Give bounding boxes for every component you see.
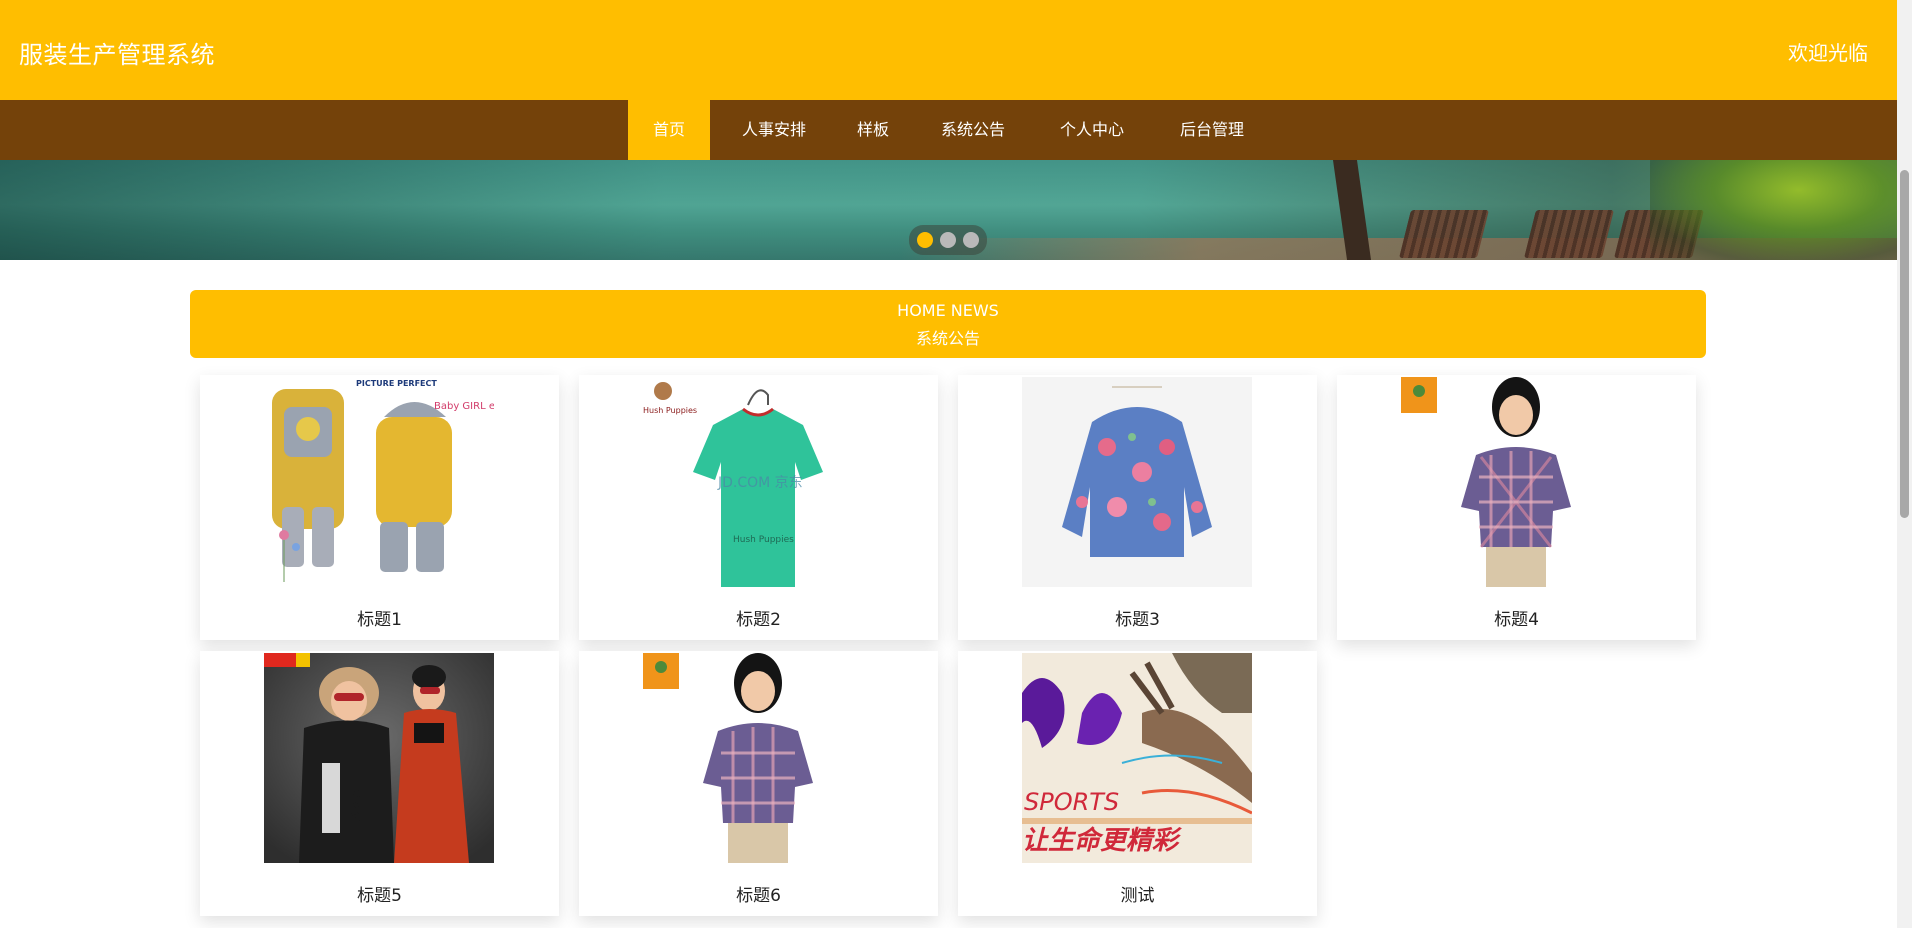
svg-text:Baby GIRL elements: Baby GIRL elements (434, 401, 494, 412)
product-image (643, 653, 873, 863)
product-title: 测试 (1120, 886, 1155, 906)
svg-text:Hush Puppies: Hush Puppies (733, 535, 794, 545)
product-card[interactable]: SPORTS 让生命更精彩 测试 (958, 651, 1317, 916)
product-card[interactable]: SMG 标题5 (200, 651, 559, 916)
nav-item-samples[interactable]: 样板 (842, 100, 904, 160)
news-header: HOME NEWS 系统公告 (190, 290, 1706, 358)
nav-item-admin[interactable]: 后台管理 (1162, 100, 1262, 160)
product-image (1022, 377, 1252, 587)
svg-text:PICTURE PERFECT: PICTURE PERFECT (356, 379, 437, 388)
nav-item-announcements[interactable]: 系统公告 (924, 100, 1022, 160)
nav-item-profile[interactable]: 个人中心 (1042, 100, 1142, 160)
product-title: 标题6 (736, 886, 781, 906)
nav-item-personnel[interactable]: 人事安排 (726, 100, 822, 160)
site-title: 服装生产管理系统 (19, 41, 215, 69)
palm-leaves (1650, 160, 1897, 260)
header: 服装生产管理系统 欢迎光临 (0, 0, 1897, 100)
news-title-cn: 系统公告 (915, 329, 980, 348)
page: 服装生产管理系统 欢迎光临 首页 人事安排 样板 系统公告 个人中心 后台管理 … (0, 0, 1897, 928)
carousel-dot-3[interactable] (963, 232, 979, 248)
product-card[interactable]: 标题3 (958, 375, 1317, 640)
beach-chair (1524, 210, 1614, 258)
welcome-text: 欢迎光临 (1788, 41, 1868, 65)
svg-text:让生命更精彩: 让生命更精彩 (1022, 826, 1182, 856)
news-title-en: HOME NEWS (897, 301, 999, 320)
product-title: 标题5 (357, 886, 402, 906)
svg-text:JD.COM 京东: JD.COM 京东 (717, 475, 803, 491)
beach-chair (1399, 210, 1489, 258)
scrollbar[interactable] (1897, 0, 1912, 928)
carousel-dot-2[interactable] (940, 232, 956, 248)
product-image (1401, 377, 1631, 587)
product-image: SPORTS 让生命更精彩 (1022, 653, 1252, 863)
product-image: SMG (264, 653, 494, 863)
product-image: JD.COM 京东 Hush Puppies Hush Puppies (643, 377, 873, 587)
nav-item-home[interactable]: 首页 (628, 100, 710, 160)
svg-text:Hush Puppies: Hush Puppies (643, 406, 697, 415)
scrollbar-thumb[interactable] (1900, 170, 1909, 518)
carousel-dot-1[interactable] (917, 232, 933, 248)
product-title: 标题2 (736, 610, 781, 630)
svg-text:SMG: SMG (346, 789, 361, 822)
product-card[interactable]: 标题4 (1337, 375, 1696, 640)
product-image: PICTURE PERFECT Baby GIRL elements (264, 377, 494, 587)
svg-text:SPORTS: SPORTS (1024, 788, 1119, 816)
product-title: 标题1 (357, 610, 402, 630)
product-title: 标题3 (1115, 610, 1160, 630)
main-nav: 首页 人事安排 样板 系统公告 个人中心 后台管理 (0, 100, 1897, 160)
product-card[interactable]: JD.COM 京东 Hush Puppies Hush Puppies 标题2 (579, 375, 938, 640)
carousel-indicators (909, 225, 987, 255)
product-title: 标题4 (1494, 610, 1539, 630)
product-card[interactable]: 标题6 (579, 651, 938, 916)
product-card[interactable]: PICTURE PERFECT Baby GIRL elements 标题1 (200, 375, 559, 640)
